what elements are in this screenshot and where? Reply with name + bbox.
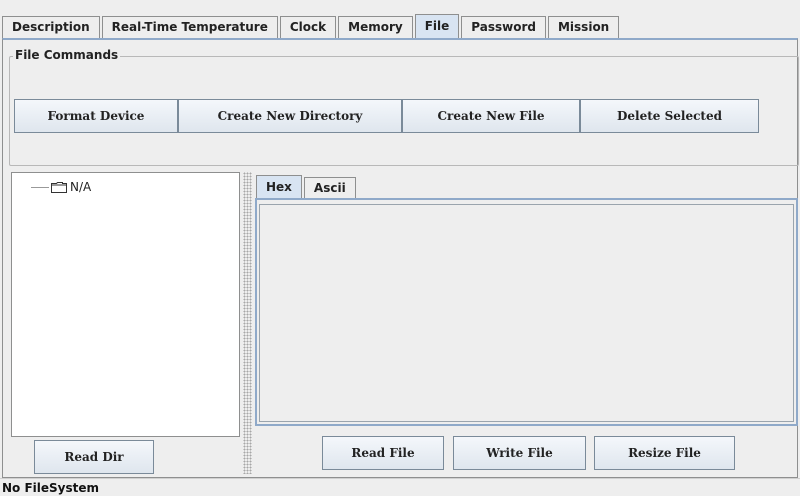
tab-hex[interactable]: Hex: [256, 175, 302, 198]
tab-memory[interactable]: Memory: [338, 16, 413, 38]
read-dir-button[interactable]: Read Dir: [34, 440, 154, 474]
folder-icon: [51, 181, 67, 193]
directory-tree[interactable]: N/A: [11, 172, 240, 437]
tab-clock[interactable]: Clock: [279, 16, 337, 38]
tab-description[interactable]: Description: [2, 16, 100, 38]
tree-connector-line: [31, 186, 49, 188]
viewer-tab-bar: Hex Ascii: [256, 175, 358, 198]
delete-selected-button[interactable]: Delete Selected: [580, 99, 759, 133]
tree-node-root[interactable]: N/A: [31, 180, 91, 194]
tree-node-label: N/A: [70, 180, 92, 194]
create-new-file-button[interactable]: Create New File: [402, 99, 580, 133]
resize-file-button[interactable]: Resize File: [594, 436, 735, 470]
application-window: Description Real-Time Temperature Clock …: [0, 0, 800, 496]
read-file-button[interactable]: Read File: [322, 436, 444, 470]
tab-mission[interactable]: Mission: [547, 16, 620, 38]
viewer-panel: [255, 198, 798, 426]
status-bar: No FileSystem: [0, 478, 800, 496]
create-new-directory-button[interactable]: Create New Directory: [178, 99, 402, 133]
write-file-button[interactable]: Write File: [453, 436, 586, 470]
main-tab-bar: Description Real-Time Temperature Clock …: [2, 14, 798, 38]
format-device-button[interactable]: Format Device: [14, 99, 178, 133]
hex-content-area[interactable]: [259, 204, 794, 422]
tab-file[interactable]: File: [414, 14, 460, 38]
file-commands-title: File Commands: [13, 48, 121, 62]
tab-password[interactable]: Password: [461, 16, 546, 38]
tab-real-time-temperature[interactable]: Real-Time Temperature: [101, 16, 278, 38]
split-pane-divider[interactable]: [243, 172, 252, 474]
tab-ascii[interactable]: Ascii: [303, 177, 356, 198]
file-commands-toolbar: Format Device Create New Directory Creat…: [14, 99, 759, 133]
